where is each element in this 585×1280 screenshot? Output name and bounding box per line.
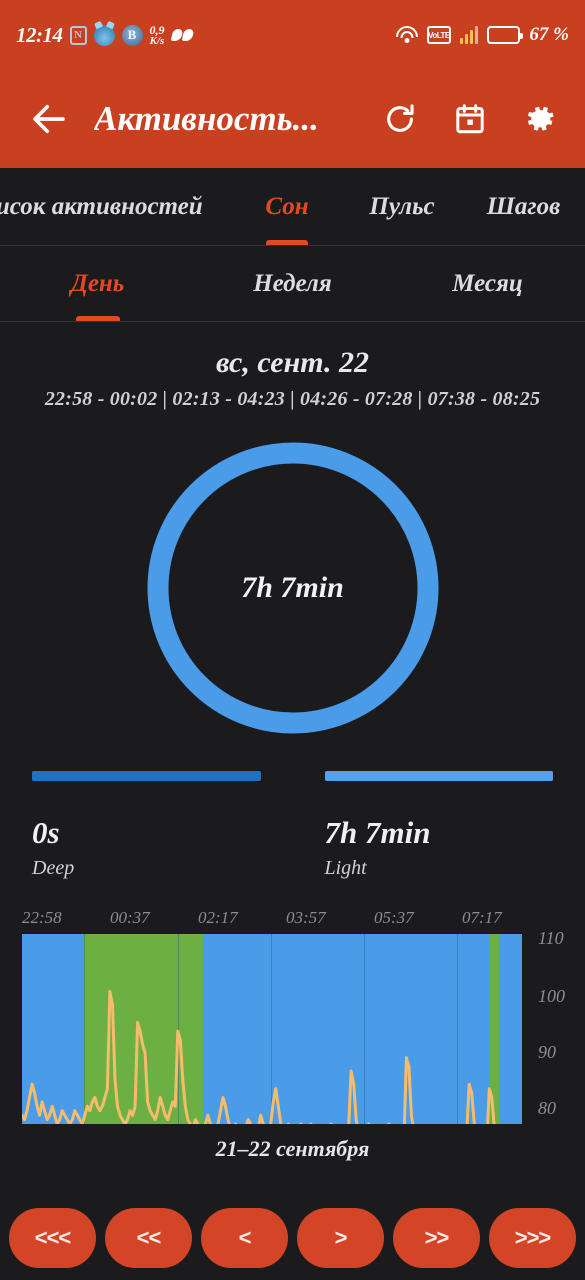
nav-next-fast-button[interactable]: >> [393, 1208, 480, 1268]
chart-x-tick: 00:37 [110, 908, 150, 927]
nfc-icon: N [69, 25, 87, 45]
calendar-icon[interactable] [453, 102, 487, 136]
stat-deep: 0s Deep [32, 771, 261, 880]
chart-x-tick: 07:17 [462, 908, 502, 927]
chart-y-tick: 110 [538, 928, 564, 948]
tab-active-underline [266, 240, 308, 245]
tab-activity-list-label: писок активностей [0, 192, 203, 220]
sleep-ring: 7h 7min [142, 437, 444, 739]
sleep-total-label: 7h 7min [241, 571, 344, 604]
back-arrow-icon[interactable] [28, 98, 70, 140]
stat-deep-label: Deep [32, 857, 75, 879]
date-navigation-bar: <<< << < > >> >>> [0, 1208, 585, 1268]
app-bar-actions [383, 102, 557, 136]
volte-icon: VoLTE [426, 26, 451, 44]
app-bar: Активность... [0, 70, 585, 168]
nav-prev-button[interactable]: < [201, 1208, 288, 1268]
status-bar-right: VoLTE 67 % [395, 24, 569, 46]
cellular-signal-icon [459, 26, 479, 44]
chart-x-tick: 02:17 [198, 908, 238, 927]
gear-icon[interactable] [523, 102, 557, 136]
chart-caption: 21–22 сентября [215, 1136, 370, 1161]
network-speed-indicator: 0,9 K/s [150, 24, 165, 47]
heart-rate-line [22, 989, 496, 1124]
stat-light-label: Light [324, 857, 367, 879]
chart-y-axis: 110 100 90 80 [530, 928, 585, 1124]
tab-month[interactable]: Месяц [390, 246, 585, 321]
stat-deep-value: 0s [32, 815, 60, 850]
sleep-ring-section: 7h 7min [0, 437, 585, 739]
chart-x-tick: 05:37 [374, 908, 414, 927]
status-bar-left: 12:14 N B 0,9 K/s [16, 23, 396, 48]
tab-day-label: День [70, 269, 125, 297]
status-clock: 12:14 [16, 22, 63, 47]
tab-sleep[interactable]: Сон [232, 168, 342, 245]
tab-week[interactable]: Неделя [195, 246, 390, 321]
tab-week-label: Неделя [253, 269, 332, 297]
battery-percent-label: 67 % [529, 24, 569, 45]
chart-plot-area[interactable] [22, 934, 522, 1124]
app-notification-icon [172, 27, 194, 43]
range-tab-bar: День Неделя Месяц [0, 246, 585, 322]
chart-x-tick: 22:58 [22, 908, 62, 927]
stat-deep-bar [32, 771, 261, 781]
battery-icon [487, 26, 524, 44]
chart-y-tick: 80 [538, 1098, 556, 1118]
nav-first-button[interactable]: <<< [9, 1208, 96, 1268]
stat-light: 7h 7min Light [324, 771, 553, 880]
refresh-icon[interactable] [383, 102, 417, 136]
tab-steps[interactable]: Шагов [462, 168, 585, 245]
tab-pulse[interactable]: Пульс [342, 168, 462, 245]
range-tab-active-underline [75, 316, 120, 321]
sleep-heartrate-chart: 22:58 00:37 02:17 03:57 05:37 07:17 110 100 90 8… [0, 908, 585, 1162]
tab-steps-label: Шагов [486, 192, 561, 220]
wifi-icon [395, 26, 418, 44]
stat-light-value: 7h 7min [324, 815, 431, 850]
chart-x-axis: 22:58 00:37 02:17 03:57 05:37 07:17 [10, 908, 575, 930]
sleep-stats: 0s Deep 7h 7min Light [0, 771, 585, 880]
tab-month-label: Месяц [452, 269, 523, 297]
tab-activity-list[interactable]: писок активностей [0, 168, 232, 245]
page-title: Активность... [94, 99, 319, 138]
status-bar: 12:14 N B 0,9 K/s VoLTE 67 % [0, 0, 585, 70]
chart-y-tick: 100 [538, 986, 565, 1006]
bluetooth-icon: B [121, 24, 143, 46]
primary-tab-bar: писок активностей Сон Пульс Шагов [0, 168, 585, 246]
nav-next-button[interactable]: > [297, 1208, 384, 1268]
nav-prev-fast-button[interactable]: << [105, 1208, 192, 1268]
network-speed-unit: K/s [149, 34, 165, 47]
summary-date: вс, сент. 22 [216, 346, 369, 379]
nav-last-button[interactable]: >>> [489, 1208, 576, 1268]
alarm-icon [93, 24, 115, 46]
tab-sleep-label: Сон [265, 192, 309, 220]
chart-x-tick: 03:57 [286, 908, 326, 927]
chart-y-tick: 90 [538, 1042, 556, 1062]
sleep-intervals: 22:58 - 00:02 | 02:13 - 04:23 | 04:26 - … [44, 388, 541, 410]
tab-day[interactable]: День [0, 246, 195, 321]
chart-plot-row: 110 100 90 80 [0, 928, 585, 1124]
stat-light-bar [324, 771, 553, 781]
tab-pulse-label: Пульс [369, 192, 435, 220]
